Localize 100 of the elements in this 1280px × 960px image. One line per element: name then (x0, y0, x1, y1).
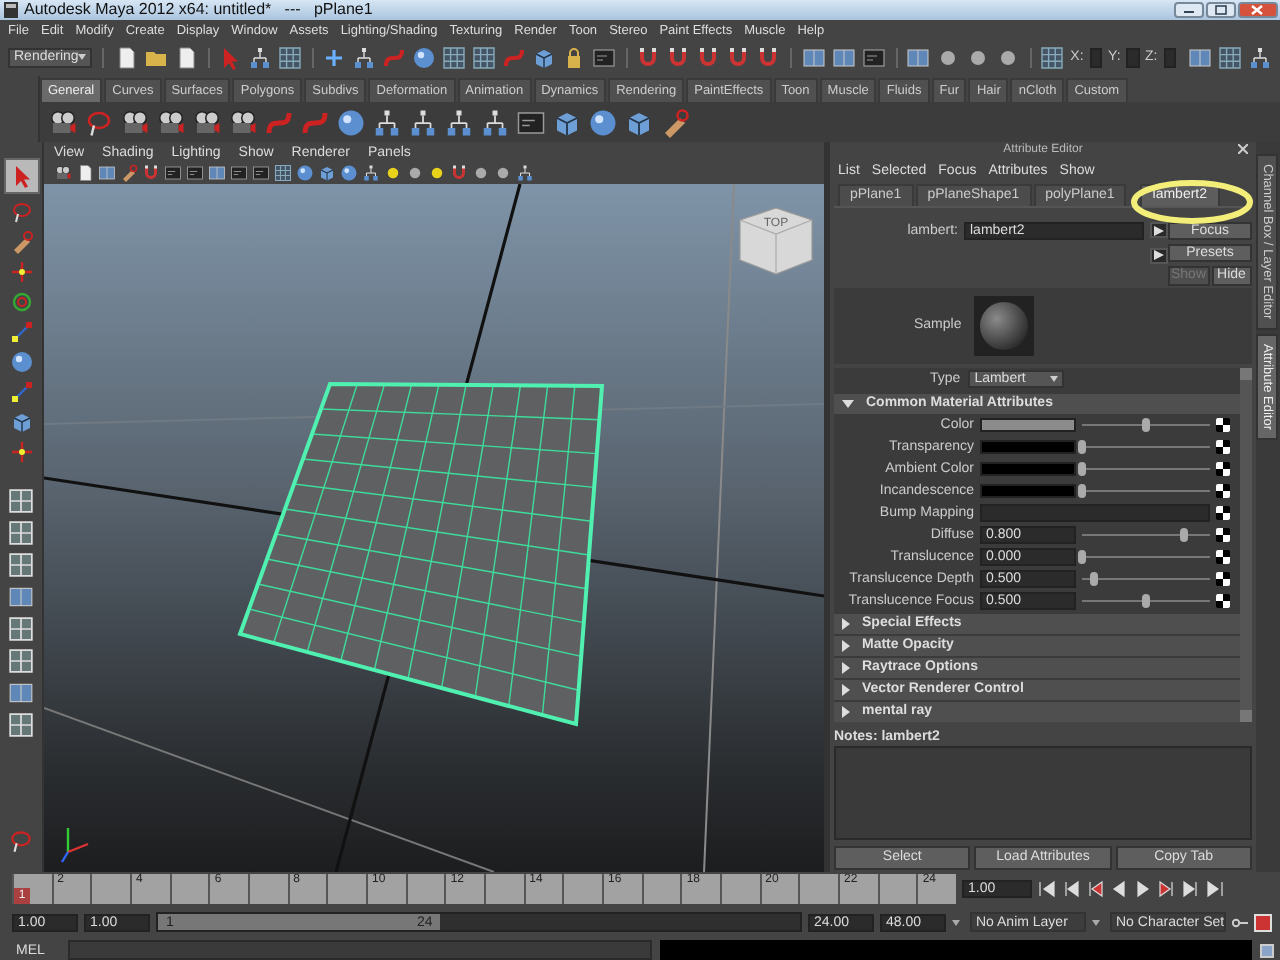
window-icon[interactable] (252, 164, 270, 182)
film-reel-icon[interactable] (228, 107, 258, 137)
script-editor-button[interactable] (1260, 943, 1274, 957)
panel-layout-icon[interactable] (831, 45, 856, 69)
window-icon[interactable] (230, 164, 248, 182)
slider-handle[interactable] (1078, 549, 1086, 564)
shaded-ball-icon[interactable] (965, 45, 990, 69)
coordinate-field[interactable] (1126, 47, 1140, 67)
step-back-key-button[interactable] (1086, 880, 1104, 898)
magnet-icon[interactable] (142, 164, 160, 182)
grid-icon[interactable] (472, 45, 497, 69)
go-to-start-button[interactable] (1038, 880, 1056, 898)
hierarchy-icon[interactable] (362, 164, 380, 182)
sphere-icon[interactable] (9, 350, 33, 374)
sphere-icon[interactable] (412, 45, 437, 69)
slider-handle[interactable] (1142, 417, 1150, 432)
magnet-icon[interactable] (726, 45, 751, 69)
sphere-icon[interactable] (336, 107, 366, 137)
close-icon[interactable] (1238, 2, 1278, 18)
hierarchy-icon[interactable] (480, 107, 510, 137)
window-icon[interactable] (186, 164, 204, 182)
magnet-icon[interactable] (666, 45, 691, 69)
slider-handle[interactable] (1078, 483, 1086, 498)
select-tool-button[interactable] (3, 158, 39, 194)
film-reel-icon[interactable] (48, 107, 78, 137)
step-forward-button[interactable] (1182, 880, 1200, 898)
panel-layout-icon[interactable] (8, 584, 34, 610)
hierarchy-icon[interactable] (352, 45, 377, 69)
key-icon[interactable] (1232, 917, 1248, 927)
coordinate-field[interactable] (1163, 47, 1177, 67)
lasso-icon[interactable] (9, 200, 33, 224)
magnet-icon[interactable] (756, 45, 781, 69)
four-panel-icon[interactable] (8, 616, 34, 642)
hierarchy-icon[interactable] (516, 164, 534, 182)
color-swatch[interactable] (980, 461, 1076, 476)
panel-layout-icon[interactable] (98, 164, 116, 182)
rotate-tool-icon[interactable] (9, 290, 33, 314)
grid-icon[interactable] (277, 45, 302, 69)
play-forwards-button[interactable] (1134, 880, 1152, 898)
film-reel-icon[interactable] (192, 107, 222, 137)
scrollbar[interactable] (1240, 367, 1252, 722)
grid-icon[interactable] (442, 45, 467, 69)
film-reel-icon[interactable] (120, 107, 150, 137)
command-input-field[interactable] (68, 940, 652, 960)
magnet-icon[interactable] (450, 164, 468, 182)
film-reel-icon[interactable] (54, 164, 72, 182)
panel-layout-icon[interactable] (1188, 45, 1213, 69)
input-connection-button[interactable] (1150, 222, 1168, 239)
cube-icon[interactable] (9, 410, 33, 434)
window-icon[interactable] (164, 164, 182, 182)
hierarchy-icon[interactable] (1248, 45, 1273, 69)
window-icon[interactable] (516, 107, 546, 137)
light-icon[interactable] (384, 164, 402, 182)
magnet-icon[interactable] (696, 45, 721, 69)
panel-layout-icon[interactable] (8, 680, 34, 706)
map-field[interactable] (980, 503, 1210, 522)
color-swatch[interactable] (980, 417, 1076, 432)
panel-layout-icon[interactable] (905, 45, 930, 69)
plane-mesh[interactable] (237, 382, 605, 727)
slider-handle[interactable] (1090, 571, 1099, 586)
window-icon[interactable] (592, 45, 617, 69)
move-tool-icon[interactable] (9, 260, 33, 284)
grid-icon[interactable] (1040, 45, 1065, 69)
color-swatch[interactable] (980, 483, 1076, 498)
hierarchy-icon[interactable] (408, 107, 438, 137)
coordinate-field[interactable] (1089, 47, 1103, 67)
panel-layout-icon[interactable] (801, 45, 826, 69)
minimize-icon[interactable] (1174, 2, 1204, 18)
film-reel-icon[interactable] (156, 107, 186, 137)
step-forward-key-button[interactable] (1158, 880, 1176, 898)
hierarchy-icon[interactable] (247, 45, 272, 69)
input-connection-button[interactable] (1150, 247, 1168, 264)
magnet-icon[interactable] (636, 45, 661, 69)
brush-icon[interactable] (660, 107, 690, 137)
hierarchy-icon[interactable] (444, 107, 474, 137)
panel-layout-icon[interactable] (208, 164, 226, 182)
slider-handle[interactable] (1180, 527, 1189, 542)
window-icon[interactable] (861, 45, 886, 69)
shaded-ball-icon[interactable] (995, 45, 1020, 69)
lasso-icon[interactable] (8, 828, 34, 854)
brush-icon[interactable] (120, 164, 138, 182)
slider-handle[interactable] (1078, 439, 1086, 454)
four-panel-icon[interactable] (8, 488, 34, 514)
slider-handle[interactable] (1078, 461, 1086, 476)
sphere-icon[interactable] (296, 164, 314, 182)
grid-icon[interactable] (274, 164, 292, 182)
auto-key-button[interactable] (1254, 913, 1272, 931)
hierarchy-icon[interactable] (372, 107, 402, 137)
brush-icon[interactable] (9, 230, 33, 254)
cube-icon[interactable] (318, 164, 336, 182)
grid-icon[interactable] (1218, 45, 1243, 69)
move-tool-icon[interactable] (9, 440, 33, 464)
four-panel-icon[interactable] (8, 520, 34, 546)
scale-tool-icon[interactable] (9, 380, 33, 404)
sphere-icon[interactable] (340, 164, 358, 182)
slider-handle[interactable] (1142, 593, 1150, 608)
lasso-icon[interactable] (84, 107, 114, 137)
step-back-button[interactable] (1062, 880, 1080, 898)
cube-icon[interactable] (624, 107, 654, 137)
four-panel-icon[interactable] (8, 552, 34, 578)
